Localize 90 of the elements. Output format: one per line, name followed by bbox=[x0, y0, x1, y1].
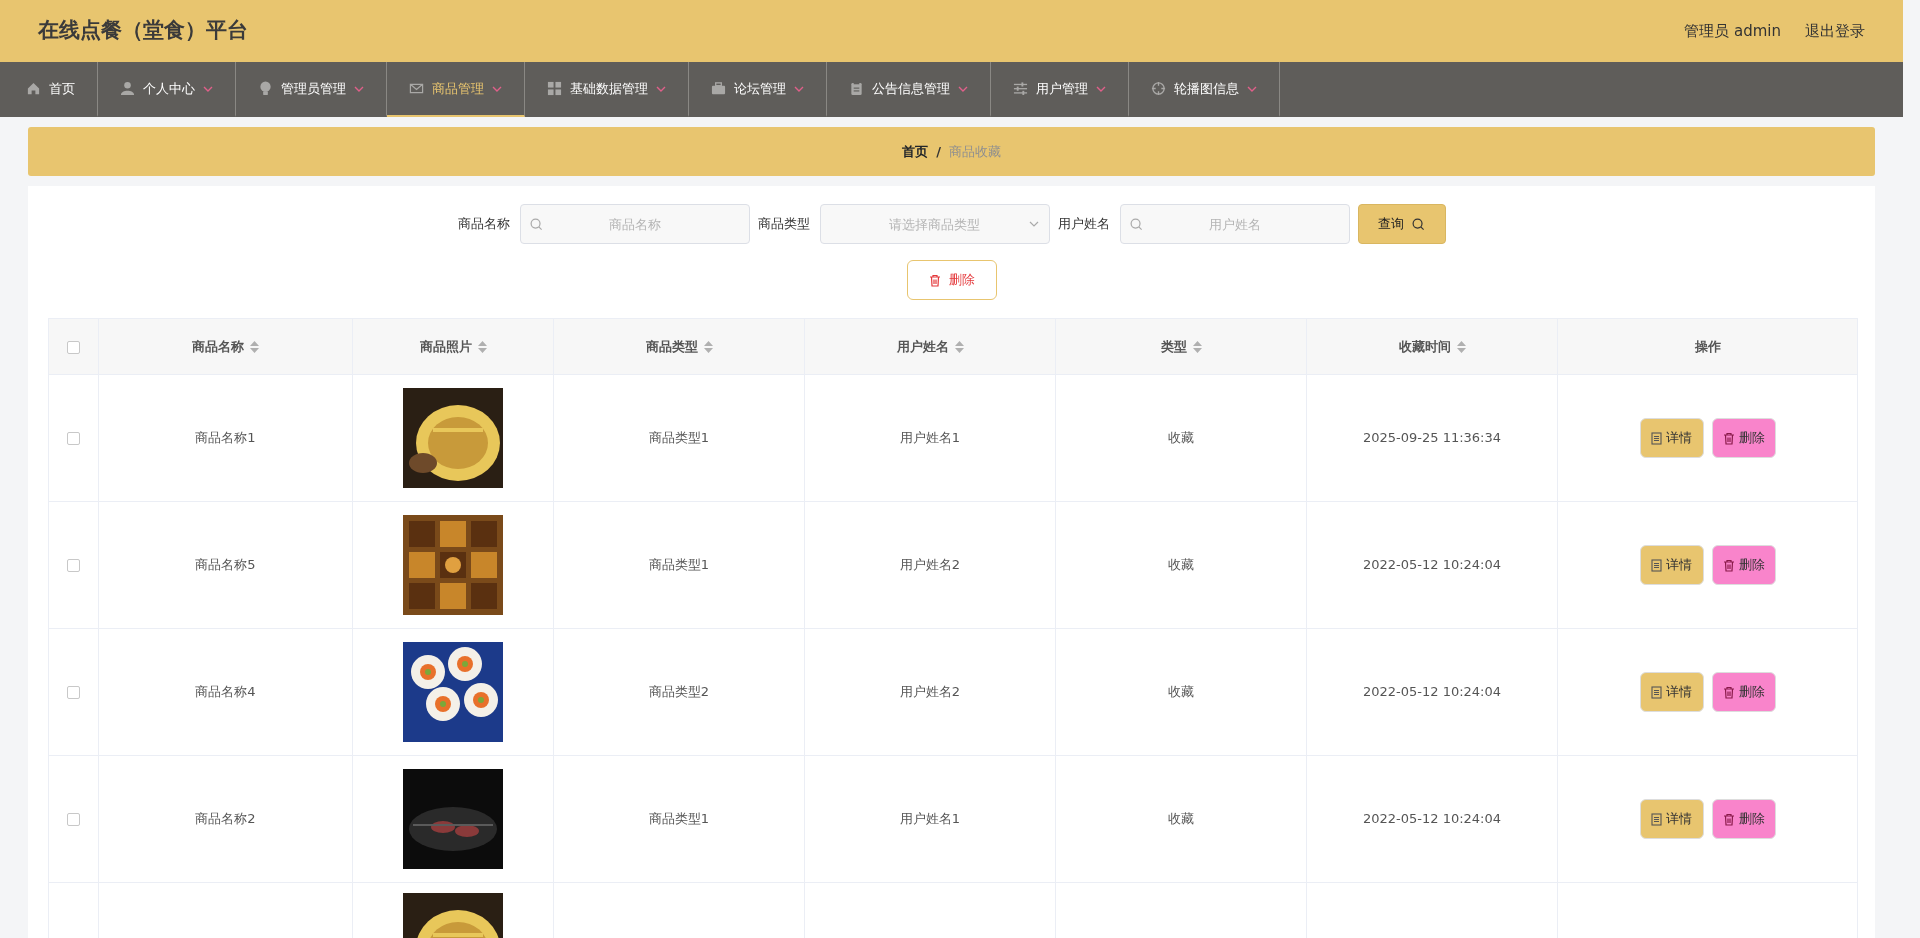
column-header: 类型 bbox=[1160, 338, 1187, 354]
nav-tab[interactable]: 论坛管理 bbox=[689, 62, 827, 117]
table-cell: 商品名称2 bbox=[195, 811, 256, 827]
search-icon bbox=[1412, 217, 1425, 231]
sort-icon[interactable] bbox=[1192, 341, 1202, 354]
table-cell: 商品类型2 bbox=[648, 684, 710, 700]
grid-icon bbox=[547, 81, 562, 96]
table-cell: 2022-05-12 10:24:04 bbox=[1362, 557, 1502, 573]
table-cell: 用户姓名1 bbox=[899, 430, 961, 446]
home-icon bbox=[26, 81, 41, 96]
sort-icon[interactable] bbox=[1456, 341, 1466, 354]
sort-icon[interactable] bbox=[477, 341, 487, 354]
delete-button[interactable]: 删除 bbox=[1711, 418, 1776, 458]
trash-icon bbox=[1722, 812, 1735, 826]
delete-button[interactable]: 删除 bbox=[1711, 545, 1776, 585]
logout-link[interactable]: 退出登录 bbox=[1805, 19, 1865, 43]
details-button[interactable]: 详情 bbox=[1639, 545, 1704, 585]
trash-icon bbox=[1722, 685, 1735, 699]
briefcase-icon bbox=[711, 81, 726, 96]
table-cell: 商品类型1 bbox=[648, 557, 710, 573]
delete-button[interactable]: 删除 bbox=[1711, 799, 1776, 839]
sort-icon[interactable] bbox=[954, 341, 964, 354]
table-cell: 收藏 bbox=[1168, 684, 1194, 700]
trash-icon bbox=[928, 273, 941, 287]
nav-tab[interactable]: 基础数据管理 bbox=[525, 62, 689, 117]
document-icon bbox=[1651, 558, 1662, 572]
column-header: 商品名称 bbox=[192, 338, 244, 354]
nav-tab[interactable]: 用户管理 bbox=[991, 62, 1129, 117]
search-icon bbox=[529, 218, 543, 231]
breadcrumb-current: 商品收藏 bbox=[948, 142, 1001, 161]
select-field[interactable]: 请选择商品类型 bbox=[819, 204, 1050, 244]
delete-button[interactable]: 删除 bbox=[906, 260, 997, 300]
row-checkbox[interactable] bbox=[67, 813, 80, 827]
sliders-icon bbox=[1013, 81, 1028, 96]
search-field[interactable]: 用户姓名 bbox=[1119, 204, 1350, 244]
app-title: 在线点餐（堂食）平台 bbox=[38, 17, 248, 45]
sort-icon[interactable] bbox=[703, 341, 713, 354]
table-cell: 商品类型1 bbox=[648, 430, 710, 446]
breadcrumb-separator: / bbox=[936, 142, 941, 161]
table-cell: 2022-05-12 10:24:04 bbox=[1362, 684, 1502, 700]
table-cell: 商品类型1 bbox=[648, 811, 710, 827]
document-icon bbox=[1651, 685, 1662, 699]
nav-tab[interactable]: 轮播图信息 bbox=[1129, 62, 1280, 117]
column-header: 操作 bbox=[1694, 338, 1721, 354]
details-button[interactable]: 详情 bbox=[1639, 672, 1704, 712]
table-cell: 商品名称5 bbox=[195, 557, 256, 573]
table-cell: 用户姓名1 bbox=[899, 811, 961, 827]
crosshair-icon bbox=[1151, 81, 1166, 96]
table-cell: 用户姓名2 bbox=[899, 684, 961, 700]
field-label: 商品类型 bbox=[757, 215, 810, 234]
nav-tab[interactable]: 管理员管理 bbox=[236, 62, 387, 117]
sort-icon[interactable] bbox=[250, 341, 259, 354]
column-header: 用户姓名 bbox=[896, 338, 949, 354]
field-label: 商品名称 bbox=[457, 215, 510, 234]
select-all-checkbox[interactable] bbox=[67, 340, 80, 354]
search-icon bbox=[1129, 218, 1143, 231]
column-header: 商品照片 bbox=[419, 338, 472, 354]
table-cell: 商品名称4 bbox=[195, 684, 256, 700]
admin-user-label[interactable]: 管理员 admin bbox=[1684, 19, 1781, 43]
table-cell: 收藏 bbox=[1168, 557, 1194, 573]
query-button[interactable]: 查询 bbox=[1357, 204, 1446, 244]
column-header: 收藏时间 bbox=[1398, 338, 1451, 354]
table-cell: 收藏 bbox=[1168, 811, 1194, 827]
details-button[interactable]: 详情 bbox=[1639, 799, 1704, 839]
document-icon bbox=[1651, 431, 1662, 445]
nav-tab[interactable]: 公告信息管理 bbox=[827, 62, 991, 117]
clipboard-icon bbox=[849, 81, 864, 96]
row-checkbox[interactable] bbox=[67, 559, 80, 573]
nav-tab[interactable]: 首页 bbox=[4, 62, 98, 117]
trash-icon bbox=[1722, 431, 1735, 445]
table-cell: 用户姓名2 bbox=[899, 557, 961, 573]
details-button[interactable]: 详情 bbox=[1639, 418, 1704, 458]
row-checkbox[interactable] bbox=[67, 432, 80, 446]
table-cell: 2022-05-12 10:24:04 bbox=[1362, 811, 1502, 827]
search-field[interactable]: 商品名称 bbox=[519, 204, 750, 244]
column-header: 商品类型 bbox=[645, 338, 698, 354]
table-cell: 收藏 bbox=[1168, 430, 1194, 446]
lightbulb-icon bbox=[258, 81, 273, 96]
person-icon bbox=[120, 81, 135, 96]
row-checkbox[interactable] bbox=[67, 686, 80, 700]
table-cell: 商品名称1 bbox=[195, 430, 256, 446]
nav-tab[interactable]: 个人中心 bbox=[98, 62, 236, 117]
document-icon bbox=[1651, 812, 1662, 826]
breadcrumb-link[interactable]: 首页 bbox=[902, 141, 929, 162]
delete-button[interactable]: 删除 bbox=[1711, 672, 1776, 712]
table-cell: 2025-09-25 11:36:34 bbox=[1362, 430, 1502, 446]
trash-icon bbox=[1722, 558, 1735, 572]
nav-tab[interactable]: 商品管理 bbox=[387, 62, 525, 117]
field-label: 用户姓名 bbox=[1057, 215, 1110, 234]
mail-icon bbox=[409, 81, 424, 96]
